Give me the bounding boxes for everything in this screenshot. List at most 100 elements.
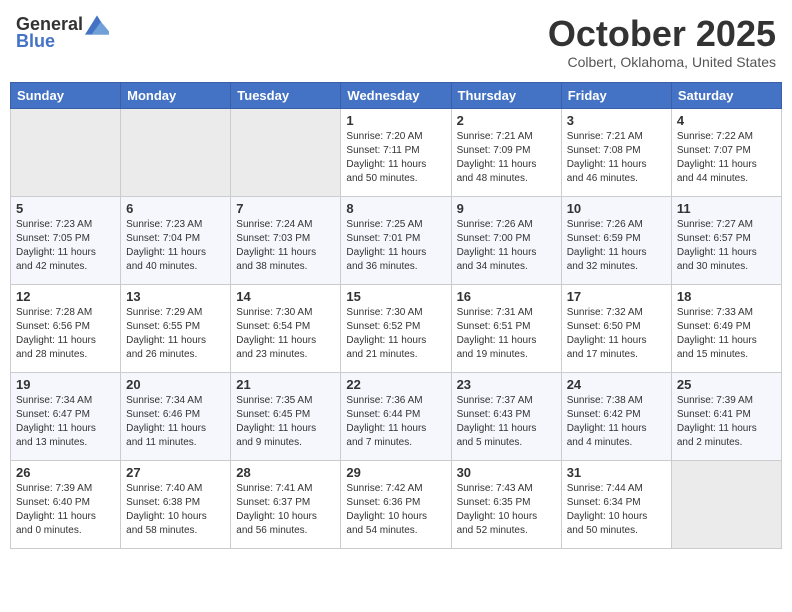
weekday-header-wednesday: Wednesday bbox=[341, 82, 451, 108]
day-info: Sunrise: 7:38 AM Sunset: 6:42 PM Dayligh… bbox=[567, 394, 666, 450]
day-info: Sunrise: 7:29 AM Sunset: 6:55 PM Dayligh… bbox=[126, 306, 225, 362]
weekday-header-row: SundayMondayTuesdayWednesdayThursdayFrid… bbox=[11, 82, 782, 108]
weekday-header-sunday: Sunday bbox=[11, 82, 121, 108]
calendar-cell: 23 Sunrise: 7:37 AM Sunset: 6:43 PM Dayli… bbox=[451, 372, 561, 460]
day-number: 1 bbox=[346, 113, 445, 128]
day-info: Sunrise: 7:22 AM Sunset: 7:07 PM Dayligh… bbox=[677, 130, 776, 186]
day-number: 7 bbox=[236, 201, 335, 216]
calendar-cell: 27Sunrise: 7:40 AM Sunset: 6:38 PM Dayli… bbox=[121, 460, 231, 548]
day-number: 11 bbox=[677, 201, 776, 216]
day-number: 2 bbox=[457, 113, 556, 128]
page-header: General Blue October 2025 Colbert, Oklah… bbox=[10, 10, 782, 74]
calendar-cell: 20Sunrise: 7:34 AM Sunset: 6:46 PM Dayli… bbox=[121, 372, 231, 460]
calendar-cell bbox=[11, 108, 121, 196]
calendar-cell: 10 Sunrise: 7:26 AM Sunset: 6:59 PM Dayli… bbox=[561, 196, 671, 284]
calendar-cell: 14 Sunrise: 7:30 AM Sunset: 6:54 PM Dayli… bbox=[231, 284, 341, 372]
day-info: Sunrise: 7:41 AM Sunset: 6:37 PM Dayligh… bbox=[236, 482, 335, 538]
day-info: Sunrise: 7:32 AM Sunset: 6:50 PM Dayligh… bbox=[567, 306, 666, 362]
calendar-cell: 8 Sunrise: 7:25 AM Sunset: 7:01 PM Daylig… bbox=[341, 196, 451, 284]
weekday-header-monday: Monday bbox=[121, 82, 231, 108]
day-info: Sunrise: 7:31 AM Sunset: 6:51 PM Dayligh… bbox=[457, 306, 556, 362]
calendar-cell: 31Sunrise: 7:44 AM Sunset: 6:34 PM Dayli… bbox=[561, 460, 671, 548]
calendar-cell: 19Sunrise: 7:34 AM Sunset: 6:47 PM Dayli… bbox=[11, 372, 121, 460]
calendar-week-5: 26 Sunrise: 7:39 AM Sunset: 6:40 PM Dayli… bbox=[11, 460, 782, 548]
calendar-cell: 18Sunrise: 7:33 AM Sunset: 6:49 PM Dayli… bbox=[671, 284, 781, 372]
calendar-cell: 26 Sunrise: 7:39 AM Sunset: 6:40 PM Dayli… bbox=[11, 460, 121, 548]
day-number: 23 bbox=[457, 377, 556, 392]
day-number: 10 bbox=[567, 201, 666, 216]
logo-blue: Blue bbox=[16, 31, 55, 52]
day-number: 4 bbox=[677, 113, 776, 128]
day-info: Sunrise: 7:23 AM Sunset: 7:05 PM Dayligh… bbox=[16, 218, 115, 274]
calendar-cell bbox=[671, 460, 781, 548]
calendar-cell: 3 Sunrise: 7:21 AM Sunset: 7:08 PM Daylig… bbox=[561, 108, 671, 196]
calendar-cell: 13 Sunrise: 7:29 AM Sunset: 6:55 PM Dayli… bbox=[121, 284, 231, 372]
day-info: Sunrise: 7:26 AM Sunset: 6:59 PM Dayligh… bbox=[567, 218, 666, 274]
logo-icon bbox=[85, 15, 109, 35]
weekday-header-friday: Friday bbox=[561, 82, 671, 108]
day-number: 14 bbox=[236, 289, 335, 304]
weekday-header-thursday: Thursday bbox=[451, 82, 561, 108]
day-number: 9 bbox=[457, 201, 556, 216]
calendar-cell: 29 Sunrise: 7:42 AM Sunset: 6:36 PM Dayli… bbox=[341, 460, 451, 548]
day-number: 8 bbox=[346, 201, 445, 216]
calendar-cell: 15 Sunrise: 7:30 AM Sunset: 6:52 PM Dayli… bbox=[341, 284, 451, 372]
calendar-cell: 28 Sunrise: 7:41 AM Sunset: 6:37 PM Dayli… bbox=[231, 460, 341, 548]
calendar-week-2: 5 Sunrise: 7:23 AM Sunset: 7:05 PM Daylig… bbox=[11, 196, 782, 284]
day-number: 27 bbox=[126, 465, 225, 480]
weekday-header-tuesday: Tuesday bbox=[231, 82, 341, 108]
calendar-cell: 11Sunrise: 7:27 AM Sunset: 6:57 PM Dayli… bbox=[671, 196, 781, 284]
calendar-week-1: 1 Sunrise: 7:20 AM Sunset: 7:11 PM Daylig… bbox=[11, 108, 782, 196]
day-number: 30 bbox=[457, 465, 556, 480]
day-info: Sunrise: 7:24 AM Sunset: 7:03 PM Dayligh… bbox=[236, 218, 335, 274]
day-info: Sunrise: 7:21 AM Sunset: 7:08 PM Dayligh… bbox=[567, 130, 666, 186]
day-info: Sunrise: 7:25 AM Sunset: 7:01 PM Dayligh… bbox=[346, 218, 445, 274]
calendar-cell: 12 Sunrise: 7:28 AM Sunset: 6:56 PM Dayli… bbox=[11, 284, 121, 372]
day-info: Sunrise: 7:36 AM Sunset: 6:44 PM Dayligh… bbox=[346, 394, 445, 450]
calendar-week-3: 12 Sunrise: 7:28 AM Sunset: 6:56 PM Dayli… bbox=[11, 284, 782, 372]
title-section: October 2025 Colbert, Oklahoma, United S… bbox=[548, 14, 776, 70]
day-info: Sunrise: 7:33 AM Sunset: 6:49 PM Dayligh… bbox=[677, 306, 776, 362]
calendar-cell: 9 Sunrise: 7:26 AM Sunset: 7:00 PM Daylig… bbox=[451, 196, 561, 284]
day-number: 25 bbox=[677, 377, 776, 392]
day-info: Sunrise: 7:23 AM Sunset: 7:04 PM Dayligh… bbox=[126, 218, 225, 274]
calendar-cell: 16 Sunrise: 7:31 AM Sunset: 6:51 PM Dayli… bbox=[451, 284, 561, 372]
weekday-header-saturday: Saturday bbox=[671, 82, 781, 108]
calendar-cell: 30Sunrise: 7:43 AM Sunset: 6:35 PM Dayli… bbox=[451, 460, 561, 548]
day-number: 5 bbox=[16, 201, 115, 216]
day-number: 22 bbox=[346, 377, 445, 392]
calendar-cell: 4 Sunrise: 7:22 AM Sunset: 7:07 PM Daylig… bbox=[671, 108, 781, 196]
day-number: 12 bbox=[16, 289, 115, 304]
day-number: 29 bbox=[346, 465, 445, 480]
day-info: Sunrise: 7:30 AM Sunset: 6:54 PM Dayligh… bbox=[236, 306, 335, 362]
calendar-cell: 6 Sunrise: 7:23 AM Sunset: 7:04 PM Daylig… bbox=[121, 196, 231, 284]
day-number: 16 bbox=[457, 289, 556, 304]
day-info: Sunrise: 7:21 AM Sunset: 7:09 PM Dayligh… bbox=[457, 130, 556, 186]
day-number: 3 bbox=[567, 113, 666, 128]
calendar-week-4: 19Sunrise: 7:34 AM Sunset: 6:47 PM Dayli… bbox=[11, 372, 782, 460]
day-info: Sunrise: 7:44 AM Sunset: 6:34 PM Dayligh… bbox=[567, 482, 666, 538]
calendar-cell: 21Sunrise: 7:35 AM Sunset: 6:45 PM Dayli… bbox=[231, 372, 341, 460]
day-number: 19 bbox=[16, 377, 115, 392]
day-number: 28 bbox=[236, 465, 335, 480]
calendar-cell: 7 Sunrise: 7:24 AM Sunset: 7:03 PM Daylig… bbox=[231, 196, 341, 284]
day-info: Sunrise: 7:30 AM Sunset: 6:52 PM Dayligh… bbox=[346, 306, 445, 362]
day-info: Sunrise: 7:42 AM Sunset: 6:36 PM Dayligh… bbox=[346, 482, 445, 538]
day-info: Sunrise: 7:39 AM Sunset: 6:40 PM Dayligh… bbox=[16, 482, 115, 538]
calendar-cell: 22 Sunrise: 7:36 AM Sunset: 6:44 PM Dayli… bbox=[341, 372, 451, 460]
day-info: Sunrise: 7:28 AM Sunset: 6:56 PM Dayligh… bbox=[16, 306, 115, 362]
calendar-table: SundayMondayTuesdayWednesdayThursdayFrid… bbox=[10, 82, 782, 549]
day-number: 13 bbox=[126, 289, 225, 304]
day-info: Sunrise: 7:37 AM Sunset: 6:43 PM Dayligh… bbox=[457, 394, 556, 450]
calendar-cell bbox=[231, 108, 341, 196]
day-number: 24 bbox=[567, 377, 666, 392]
day-number: 21 bbox=[236, 377, 335, 392]
day-info: Sunrise: 7:39 AM Sunset: 6:41 PM Dayligh… bbox=[677, 394, 776, 450]
calendar-cell: 24 Sunrise: 7:38 AM Sunset: 6:42 PM Dayli… bbox=[561, 372, 671, 460]
day-number: 6 bbox=[126, 201, 225, 216]
day-number: 26 bbox=[16, 465, 115, 480]
logo: General Blue bbox=[16, 14, 109, 52]
day-info: Sunrise: 7:20 AM Sunset: 7:11 PM Dayligh… bbox=[346, 130, 445, 186]
day-number: 15 bbox=[346, 289, 445, 304]
day-info: Sunrise: 7:26 AM Sunset: 7:00 PM Dayligh… bbox=[457, 218, 556, 274]
